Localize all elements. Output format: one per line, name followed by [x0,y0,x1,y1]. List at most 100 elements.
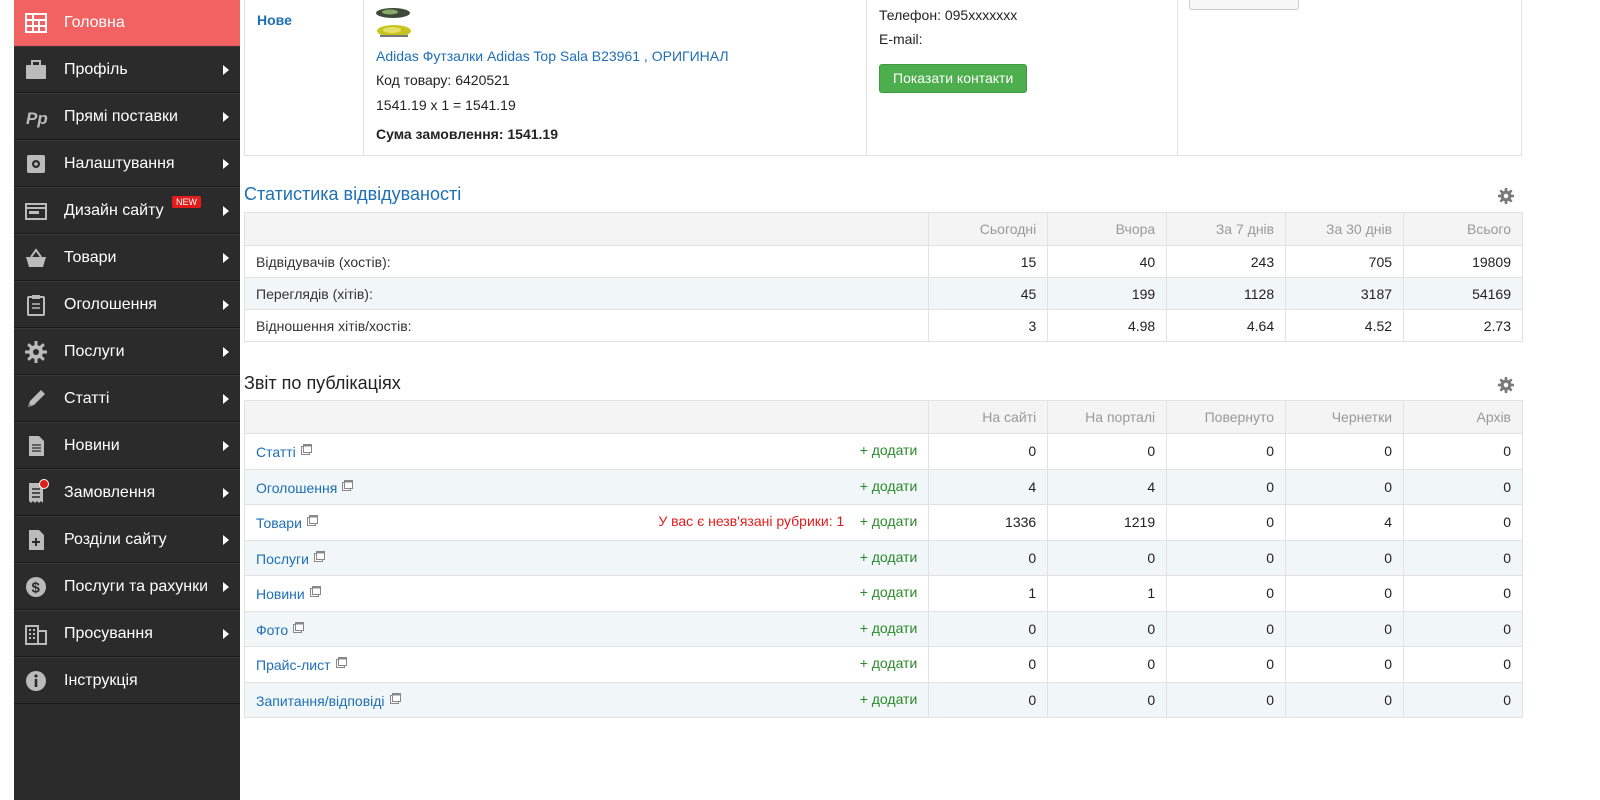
stats-row-label: Відношення хітів/хостів: [243,309,930,342]
add-link[interactable]: + додати [860,584,918,600]
pubs-row-link[interactable]: Статті [256,444,296,460]
pubs-cell[interactable]: 0 [1285,681,1405,718]
sidebar-item-label: Налаштування [64,154,175,172]
pubs-row-link[interactable]: Послуги [256,551,309,567]
pubs-cell[interactable]: 0 [928,610,1049,647]
pubs-cell[interactable]: 0 [1403,646,1523,683]
pubs-row-link[interactable]: Товари [256,515,302,531]
pubs-cell[interactable]: 0 [1166,539,1287,576]
sidebar-item-12[interactable]: $ Послуги та рахунки [14,563,240,610]
pubs-row-link[interactable]: Новини [256,586,305,602]
pubs-row: Статті + додати 0 0 0 0 0 [243,433,1523,470]
pubs-cell[interactable]: 0 [1403,504,1523,541]
stats-gear-icon[interactable] [1497,187,1515,205]
pubs-cell[interactable]: 0 [1285,433,1405,470]
pubs-cell[interactable]: 0 [1166,468,1287,505]
add-link[interactable]: + додати [860,478,918,494]
pubs-cell[interactable]: 0 [1403,575,1523,612]
pubs-cell[interactable]: 0 [1285,610,1405,647]
sidebar-item-14[interactable]: Інструкція [14,657,240,704]
pubs-row: Послуги + додати 0 0 0 0 0 [243,539,1523,576]
external-link-icon[interactable] [389,691,401,704]
pubs-row-link[interactable]: Запитання/відповіді [256,693,385,709]
product-thumbnail[interactable] [376,4,412,40]
product-link[interactable]: Adidas Футзалки Adidas Top Sala B23961 ,… [376,48,729,64]
sidebar-item-6[interactable]: Оголошення [14,281,240,328]
pubs-cell[interactable]: 0 [1047,433,1168,470]
sidebar-item-0[interactable]: Головна [14,0,240,46]
sidebar-item-9[interactable]: Новини [14,422,240,469]
pubs-cell[interactable]: 0 [928,433,1049,470]
stats-row: Переглядів (хітів): 45 199 1128 3187 54169 [243,277,1523,310]
pubs-cell[interactable]: 1 [928,575,1049,612]
sidebar-item-5[interactable]: Товари [14,234,240,281]
order-action-button[interactable] [1189,0,1299,10]
pubs-cell[interactable]: 0 [928,681,1049,718]
sidebar: Головна Профіль Pp Прямі поставки Налаштуван… [14,0,240,800]
pubs-cell[interactable]: 1 [1047,575,1168,612]
order-status-link[interactable]: Нове [257,12,292,28]
pubs-cell[interactable]: 0 [1166,575,1287,612]
stats-title[interactable]: Статистика відвідуваності [244,184,461,205]
pubs-cell[interactable]: 4 [1047,468,1168,505]
pubs-cell[interactable]: 0 [1047,646,1168,683]
pubs-row-label-cell: Запитання/відповіді + додати [243,681,930,718]
pubs-row-link[interactable]: Прайс-лист [256,657,331,673]
pubs-cell[interactable]: 0 [1403,468,1523,505]
pubs-cell[interactable]: 1219 [1047,504,1168,541]
pubs-row-link[interactable]: Оголошення [256,480,337,496]
add-link[interactable]: + додати [860,691,918,707]
pubs-gear-icon[interactable] [1497,376,1515,394]
pubs-row-link[interactable]: Фото [256,622,288,638]
external-link-icon[interactable] [300,442,312,456]
pubs-cell[interactable]: 0 [1047,681,1168,718]
add-link[interactable]: + додати [860,513,918,529]
pubs-cell[interactable]: 0 [1166,681,1287,718]
pubs-cell[interactable]: 0 [928,539,1049,576]
add-link[interactable]: + додати [860,442,918,458]
pubs-cell[interactable]: 0 [1166,610,1287,647]
sidebar-item-1[interactable]: Профіль [14,46,240,93]
pubs-cell[interactable]: 0 [1285,575,1405,612]
external-link-icon[interactable] [335,655,347,669]
pubs-cell[interactable]: 0 [1403,433,1523,470]
stats-cell: 3 [928,309,1049,342]
show-contacts-button[interactable]: Показати контакти [879,64,1028,93]
external-link-icon[interactable] [293,620,305,633]
stats-cell: 199 [1047,277,1168,310]
pubs-cell[interactable]: 0 [928,646,1049,683]
external-link-icon[interactable] [313,549,325,562]
add-link[interactable]: + додати [860,549,918,565]
sidebar-item-11[interactable]: Розділи сайту [14,516,240,563]
pubs-cell[interactable]: 0 [1047,539,1168,576]
pubs-cell[interactable]: 0 [1285,539,1405,576]
pubs-cell[interactable]: 0 [1166,646,1287,683]
add-link[interactable]: + додати [860,655,918,671]
stats-table: Сьогодні Вчора За 7 днів За 30 днів Всього В… [243,212,1523,342]
external-link-icon[interactable] [309,584,321,598]
sidebar-item-10[interactable]: Замовлення [14,469,240,516]
sidebar-item-2[interactable]: Pp Прямі поставки [14,93,240,140]
pubs-cell[interactable]: 0 [1403,610,1523,647]
pubs-cell[interactable]: 0 [1403,539,1523,576]
pubs-cell[interactable]: 0 [1285,468,1405,505]
pubs-cell[interactable]: 0 [1166,504,1287,541]
external-link-icon[interactable] [306,513,318,527]
pubs-cell[interactable]: 0 [1285,646,1405,683]
sidebar-item-4[interactable]: Дизайн сайту NEW [14,187,240,234]
pubs-cell[interactable]: 4 [1285,504,1405,541]
pubs-cell[interactable]: 1336 [928,504,1049,541]
pubs-cell[interactable]: 0 [1166,433,1287,470]
sidebar-item-8[interactable]: Статті [14,375,240,422]
chevron-right-icon [223,205,229,216]
unlinked-categories-warning[interactable]: У вас є незв'язані рубрики: 1 [658,513,844,529]
sidebar-item-7[interactable]: Послуги [14,328,240,375]
pubs-cell[interactable]: 4 [928,468,1049,505]
sidebar-item-3[interactable]: Налаштування [14,140,240,187]
sidebar-item-13[interactable]: Просування [14,610,240,657]
external-link-icon[interactable] [342,478,354,491]
pubs-cell[interactable]: 0 [1403,681,1523,718]
pubs-cell[interactable]: 0 [1047,610,1168,647]
add-link[interactable]: + додати [860,620,918,636]
pubs-row-label-cell: Фото + додати [243,610,930,647]
